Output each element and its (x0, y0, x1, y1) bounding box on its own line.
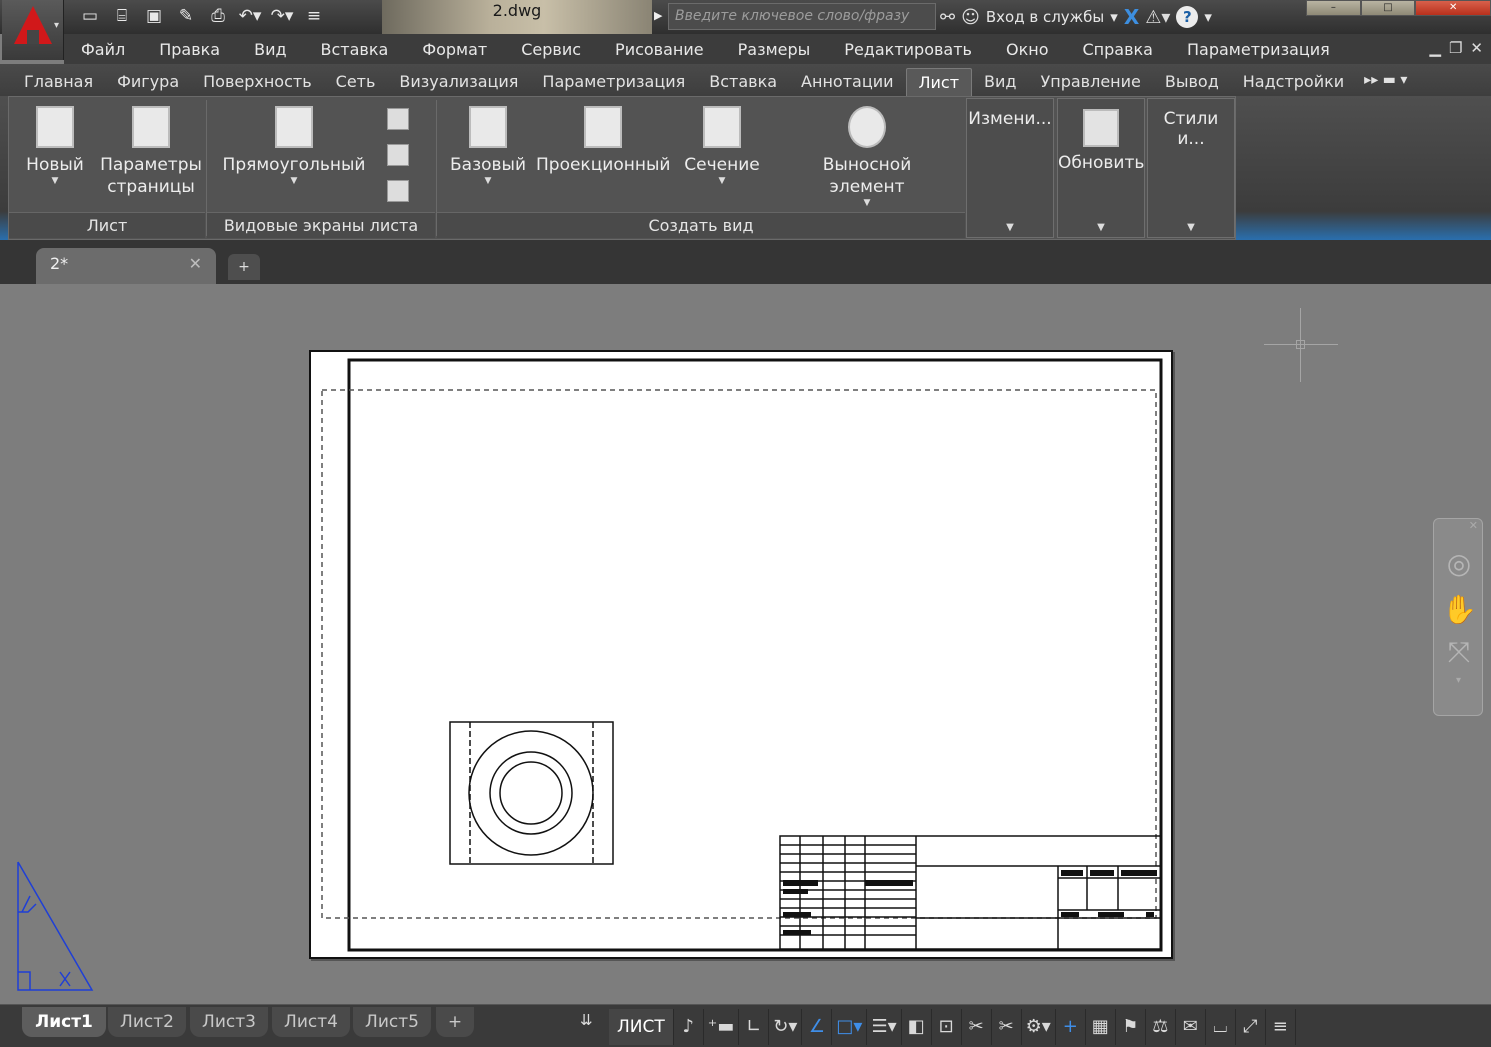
ortho-icon[interactable]: ∟ (739, 1009, 770, 1045)
object-snap-icon[interactable]: □▾ (832, 1009, 868, 1045)
hardware-accel-icon[interactable]: ⚖ (1146, 1009, 1176, 1045)
close-icon[interactable]: ✕ (1469, 519, 1478, 532)
customization-menu-icon[interactable]: ≡ (1266, 1009, 1296, 1045)
workspace-gear-icon[interactable]: ⚙▾ (1022, 1009, 1056, 1045)
steering-wheel-icon[interactable]: ◎ (1442, 547, 1476, 581)
layout-tab-5[interactable]: Лист5 (353, 1007, 431, 1037)
annotation-visibility-icon[interactable]: ✂ (962, 1009, 992, 1045)
plus-icon[interactable]: + (1056, 1009, 1086, 1045)
navigation-bar: ✕ ◎ ✋ ⤧ ▾ (1433, 518, 1483, 716)
middle-circle (489, 751, 573, 835)
fullscreen-icon[interactable]: ⤢ (1236, 1009, 1266, 1045)
drawing-geometry (17, 358, 1163, 991)
space-mode-button[interactable]: ЛИСТ (609, 1009, 674, 1045)
add-layout-button[interactable]: + (436, 1007, 474, 1037)
outer-circle (468, 730, 594, 856)
status-expand-icon[interactable]: ⇊ (580, 1011, 593, 1029)
annotation-monitor-icon[interactable]: ✉ (1176, 1009, 1206, 1045)
layout-tab-1[interactable]: Лист1 (22, 1007, 106, 1037)
polar-icon[interactable]: ↻▾ (769, 1009, 803, 1045)
drawing-frame (347, 358, 1163, 952)
zoom-extents-icon[interactable]: ⤧ (1442, 635, 1476, 669)
ucs-icon (17, 861, 94, 991)
status-toolbar: ЛИСТ ♪ ⁺▬ ∟ ↻▾ ∠ □▾ ☰▾ ◧ ⊡ ✂ ✂ ⚙▾ + ▦ ⚑ … (609, 1009, 1296, 1045)
model-viewport-icon[interactable]: ⊡ (932, 1009, 962, 1045)
layout-tab-4[interactable]: Лист4 (272, 1007, 350, 1037)
printable-area (321, 389, 1157, 919)
lineweight-icon[interactable]: ☰▾ (867, 1009, 902, 1045)
pan-hand-icon[interactable]: ✋ (1442, 593, 1477, 627)
isolate-objects-icon[interactable]: ⚑ (1116, 1009, 1146, 1045)
auto-scale-icon[interactable]: ✂ (992, 1009, 1022, 1045)
selection-cycling-icon[interactable]: ◧ (902, 1009, 932, 1045)
title-block (779, 835, 1162, 950)
snap-icon[interactable]: ♪ (674, 1009, 704, 1045)
calculator-icon[interactable]: ▦ (1086, 1009, 1116, 1045)
inner-circle (499, 761, 563, 825)
isodraft-icon[interactable]: ∠ (802, 1009, 833, 1045)
infer-constraints-icon[interactable]: ⁺▬ (704, 1009, 740, 1045)
viewport-frame (449, 721, 614, 865)
layout-tab-3[interactable]: Лист3 (190, 1007, 268, 1037)
layout-tab-2[interactable]: Лист2 (108, 1007, 186, 1037)
units-icon[interactable]: ⌴ (1206, 1009, 1236, 1045)
chevron-down-icon[interactable]: ▾ (1456, 675, 1461, 686)
status-bar: Лист1 Лист2 Лист3 Лист4 Лист5 + ⇊ ЛИСТ ♪… (0, 1004, 1491, 1047)
autocad-window: ▾ ▭ ⌸ ▣ ✎ ⎙ ↶▾ ↷▾ ≡ 2.dwg ▶ Введите ключ… (0, 0, 1491, 1047)
